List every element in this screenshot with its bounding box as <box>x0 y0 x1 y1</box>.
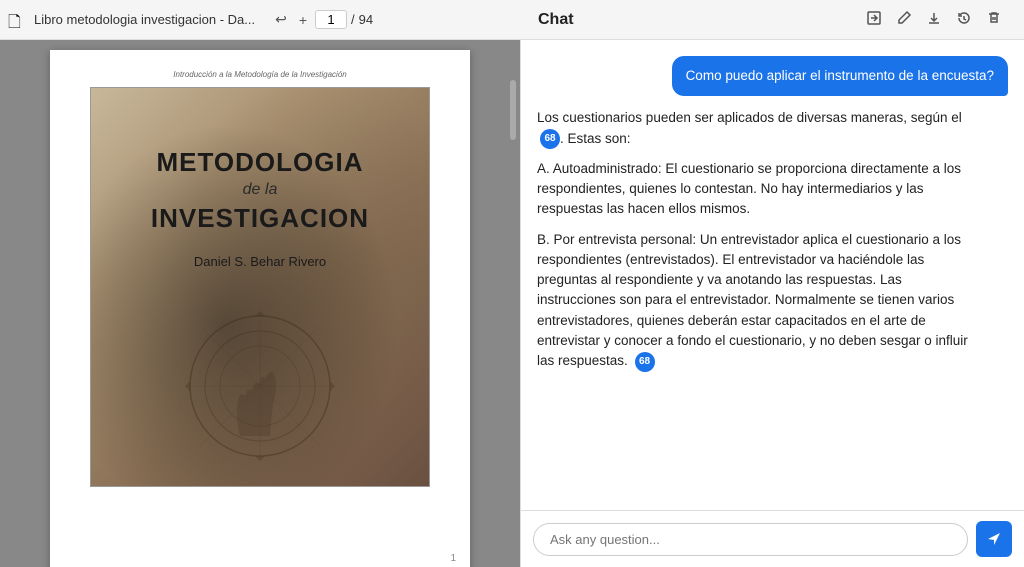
assistant-para-2: A. Autoadministrado: El cuestionario se … <box>537 159 970 220</box>
book-title-main: METODOLOGIA <box>157 148 364 177</box>
send-button[interactable] <box>976 521 1012 557</box>
book-cover-text: METODOLOGIA de la INVESTIGACION Daniel S… <box>91 88 429 486</box>
page-number: 1 <box>450 553 456 564</box>
chat-panel-title: Chat <box>538 11 574 29</box>
undo-button[interactable]: ↩ <box>271 9 291 30</box>
share-button[interactable] <box>864 8 884 32</box>
citation-badge-1[interactable]: 68 <box>540 129 560 149</box>
title-bar: 🗋 Libro metodologia investigacion - Da..… <box>0 0 1024 40</box>
pdf-subtitle: Introducción a la Metodología de la Inve… <box>173 70 346 79</box>
chat-input-area <box>521 510 1024 567</box>
title-bar-left: 🗋 Libro metodologia investigacion - Da..… <box>8 9 526 30</box>
page-number-input[interactable] <box>315 10 347 29</box>
document-icon: 🗋 <box>8 11 26 29</box>
book-cover: METODOLOGIA de la INVESTIGACION Daniel S… <box>90 87 430 487</box>
edit-button[interactable] <box>894 8 914 32</box>
page-input-wrap: / 94 <box>315 10 373 29</box>
chat-input[interactable] <box>533 523 968 556</box>
user-message-bubble: Como puedo aplicar el instrumento de la … <box>672 56 1008 96</box>
chat-messages: Como puedo aplicar el instrumento de la … <box>521 40 1024 510</box>
assistant-para-3: B. Por entrevista personal: Un entrevist… <box>537 230 970 372</box>
pdf-page: Introducción a la Metodología de la Inve… <box>50 50 470 567</box>
book-title-de: de la <box>243 181 278 199</box>
total-pages: 94 <box>359 12 373 27</box>
chat-panel: Como puedo aplicar el instrumento de la … <box>520 40 1024 567</box>
user-message-text: Como puedo aplicar el instrumento de la … <box>686 68 994 83</box>
main-content: Introducción a la Metodología de la Inve… <box>0 40 1024 567</box>
delete-button[interactable] <box>984 8 1004 32</box>
page-separator: / <box>351 12 355 27</box>
assistant-message-bubble: Los cuestionarios pueden ser aplicados d… <box>537 108 970 371</box>
chat-toolbar <box>864 8 1004 32</box>
book-author: Daniel S. Behar Rivero <box>194 254 326 269</box>
nav-controls: ↩ + / 94 <box>271 9 373 30</box>
add-button[interactable]: + <box>295 10 311 30</box>
pdf-panel[interactable]: Introducción a la Metodología de la Inve… <box>0 40 520 567</box>
assistant-para-1: Los cuestionarios pueden ser aplicados d… <box>537 108 970 149</box>
book-title-sub: INVESTIGACION <box>151 203 369 234</box>
scroll-indicator <box>510 80 516 140</box>
message-row-user: Como puedo aplicar el instrumento de la … <box>537 56 1008 96</box>
document-title: Libro metodologia investigacion - Da... <box>34 12 255 27</box>
download-button[interactable] <box>924 8 944 32</box>
message-row-assistant: Los cuestionarios pueden ser aplicados d… <box>537 108 1008 371</box>
chat-title-area: Chat <box>526 8 1016 32</box>
citation-badge-2[interactable]: 68 <box>635 352 655 372</box>
history-button[interactable] <box>954 8 974 32</box>
